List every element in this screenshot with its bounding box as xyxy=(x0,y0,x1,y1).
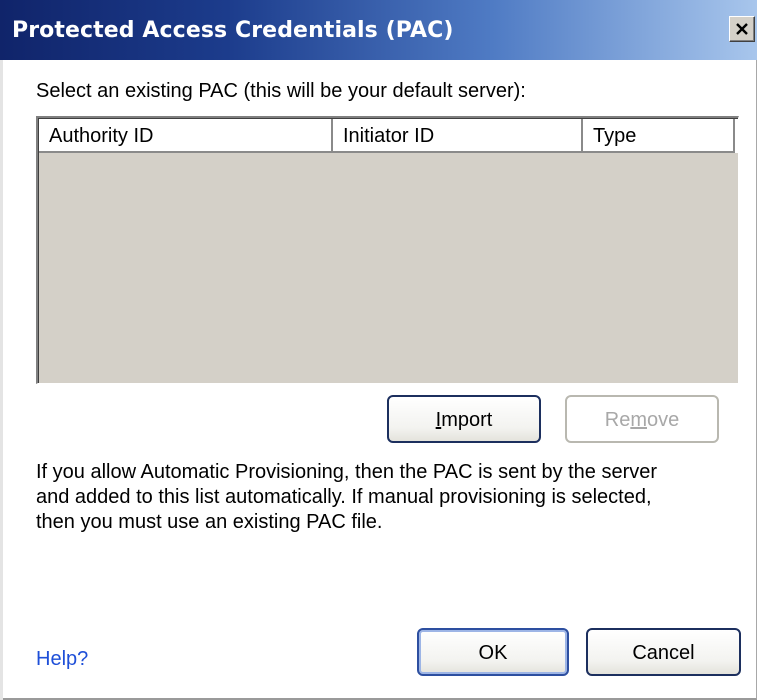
column-header-type[interactable]: Type xyxy=(583,119,735,153)
column-label: Authority ID xyxy=(49,125,154,147)
column-header-authority-id[interactable]: Authority ID xyxy=(39,119,333,153)
provisioning-info: If you allow Automatic Provisioning, the… xyxy=(36,460,748,535)
close-button[interactable] xyxy=(729,16,755,42)
ok-button[interactable]: OK xyxy=(417,628,569,676)
pac-list[interactable]: Authority ID Initiator ID Type xyxy=(36,116,739,384)
info-line: then you must use an existing PAC file. xyxy=(36,511,383,533)
ok-label: OK xyxy=(478,642,508,664)
info-line: If you allow Automatic Provisioning, the… xyxy=(36,461,658,483)
column-header-initiator-id[interactable]: Initiator ID xyxy=(333,119,583,153)
cancel-label: Cancel xyxy=(632,642,695,664)
import-label: Import xyxy=(435,409,493,431)
help-link[interactable]: Help? xyxy=(36,648,88,671)
list-header: Authority ID Initiator ID Type xyxy=(39,119,738,153)
info-line: and added to this list automatically. If… xyxy=(36,486,652,508)
column-label: Type xyxy=(593,125,637,147)
remove-button[interactable]: Remove xyxy=(565,395,719,443)
window-title: Protected Access Credentials (PAC) xyxy=(12,18,454,43)
window-edge xyxy=(0,60,3,700)
remove-label: Remove xyxy=(604,409,680,431)
column-label: Initiator ID xyxy=(343,125,435,147)
close-icon xyxy=(736,23,748,35)
title-bar[interactable]: Protected Access Credentials (PAC) xyxy=(0,0,757,60)
cancel-button[interactable]: Cancel xyxy=(586,628,741,676)
select-pac-prompt: Select an existing PAC (this will be you… xyxy=(36,80,526,102)
import-button[interactable]: Import xyxy=(387,395,541,443)
pac-dialog: Protected Access Credentials (PAC) Selec… xyxy=(0,0,757,700)
